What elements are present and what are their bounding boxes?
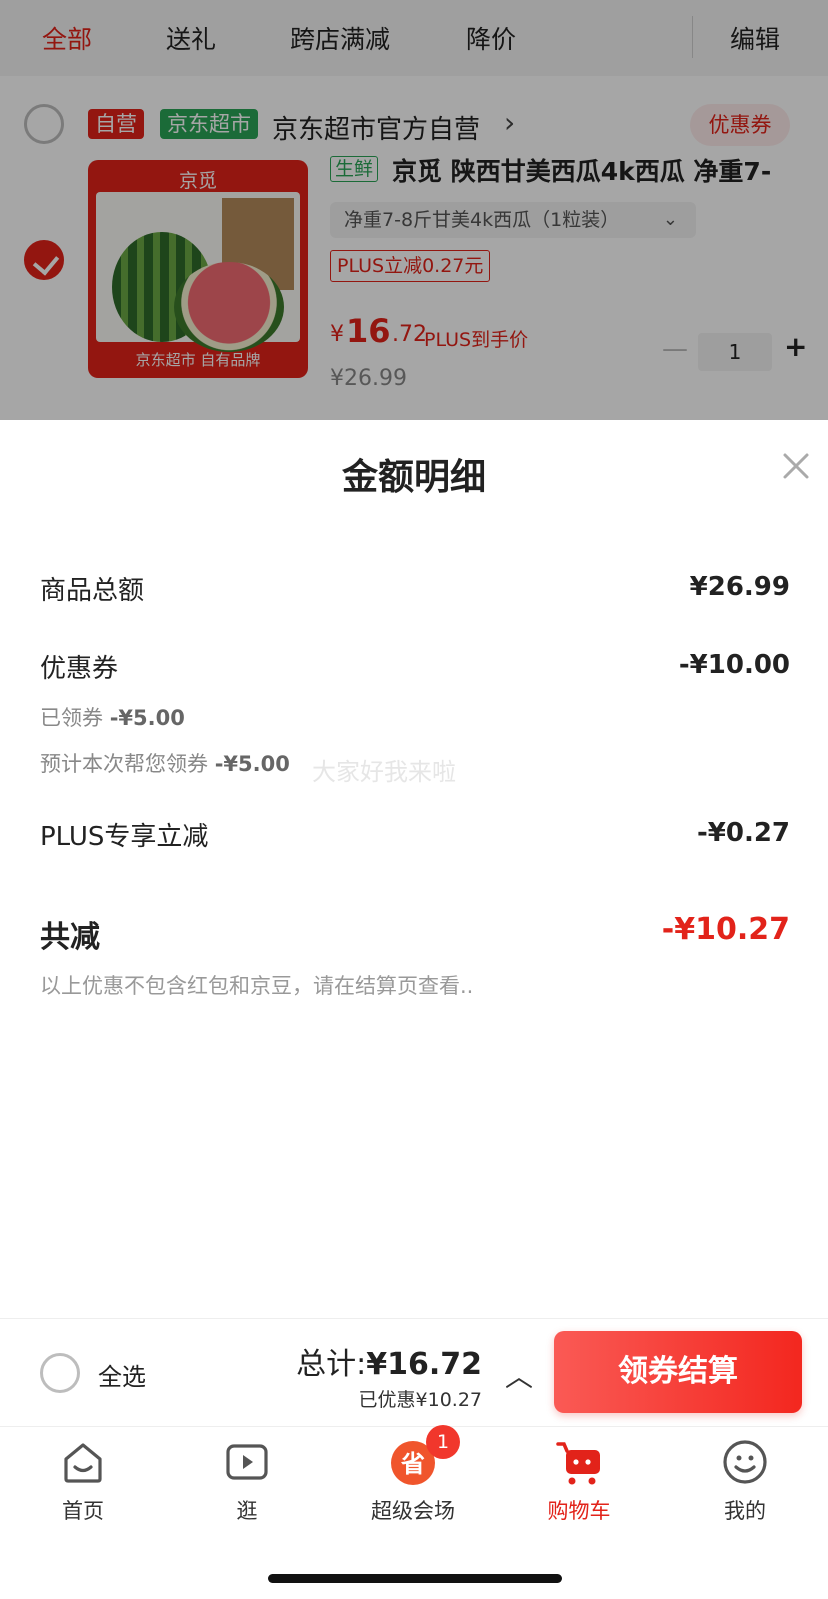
select-all-label[interactable]: 全选: [98, 1357, 146, 1392]
profile-icon: [720, 1437, 770, 1487]
goods-total-label: 商品总额: [40, 576, 145, 606]
super-venue-icon: 省 1: [388, 1425, 460, 1487]
coupon-label: 优惠券: [40, 654, 119, 684]
discount-note: 以上优惠不包含红包和京豆，请在结算页查看..: [40, 974, 474, 998]
claimed-coupon-value: -¥5.00: [109, 706, 185, 730]
select-all-checkbox[interactable]: [40, 1353, 80, 1393]
total-price: 总计:¥16.72: [296, 1339, 482, 1383]
chevron-up-icon[interactable]: ︿: [505, 1355, 533, 1395]
nav-browse-label: 逛: [236, 1499, 258, 1523]
coupon-value: -¥10.00: [678, 650, 790, 680]
modal-overlay[interactable]: [0, 0, 828, 420]
total-discount-value: -¥10.27: [661, 912, 790, 947]
nav-home[interactable]: 首页: [0, 1437, 166, 1525]
nav-super-venue[interactable]: 省 1 超级会场: [330, 1425, 496, 1525]
nav-cart[interactable]: 购物车: [496, 1437, 662, 1525]
saved-amount: 已优惠¥10.27: [358, 1389, 482, 1411]
total-discount-label: 共减: [40, 920, 100, 955]
goods-total-value: ¥26.99: [689, 572, 790, 602]
nav-cart-label: 购物车: [547, 1499, 611, 1523]
cart-icon: [554, 1437, 604, 1487]
plus-discount-value: -¥0.27: [696, 818, 790, 848]
estimated-coupon-value: -¥5.00: [214, 752, 290, 776]
checkout-button[interactable]: 领券结算: [554, 1331, 802, 1413]
nav-profile-label: 我的: [724, 1499, 766, 1523]
nav-profile[interactable]: 我的: [662, 1437, 828, 1525]
checkout-summary-bar: 全选 总计:¥16.72 已优惠¥10.27 ︿ 领券结算: [0, 1318, 828, 1426]
nav-home-label: 首页: [62, 1499, 104, 1523]
home-indicator[interactable]: [268, 1574, 562, 1583]
notification-badge: 1: [426, 1425, 460, 1459]
estimated-coupon-label: 预计本次帮您领券: [40, 752, 208, 776]
estimated-coupon-row: 预计本次帮您领券 -¥5.00: [40, 748, 290, 778]
amount-detail-sheet: 金额明细 商品总额 ¥26.99 优惠券 -¥10.00 已领券 -¥5.00 …: [0, 420, 828, 1320]
plus-discount-label: PLUS专享立减: [40, 822, 209, 852]
nav-browse[interactable]: 逛: [164, 1437, 330, 1525]
close-icon[interactable]: [778, 448, 814, 484]
nav-super-venue-label: 超级会场: [371, 1499, 455, 1523]
watermark-text: 大家好我来啦: [312, 758, 456, 786]
svg-text:省: 省: [400, 1450, 425, 1478]
total-amount: ¥16.72: [366, 1347, 482, 1382]
claimed-coupon-row: 已领券 -¥5.00: [40, 702, 185, 732]
home-icon: [58, 1437, 108, 1487]
claimed-coupon-label: 已领券: [40, 706, 103, 730]
sheet-title: 金额明细: [341, 457, 486, 498]
total-prefix: 总计:: [296, 1347, 367, 1382]
video-play-icon: [222, 1437, 272, 1487]
